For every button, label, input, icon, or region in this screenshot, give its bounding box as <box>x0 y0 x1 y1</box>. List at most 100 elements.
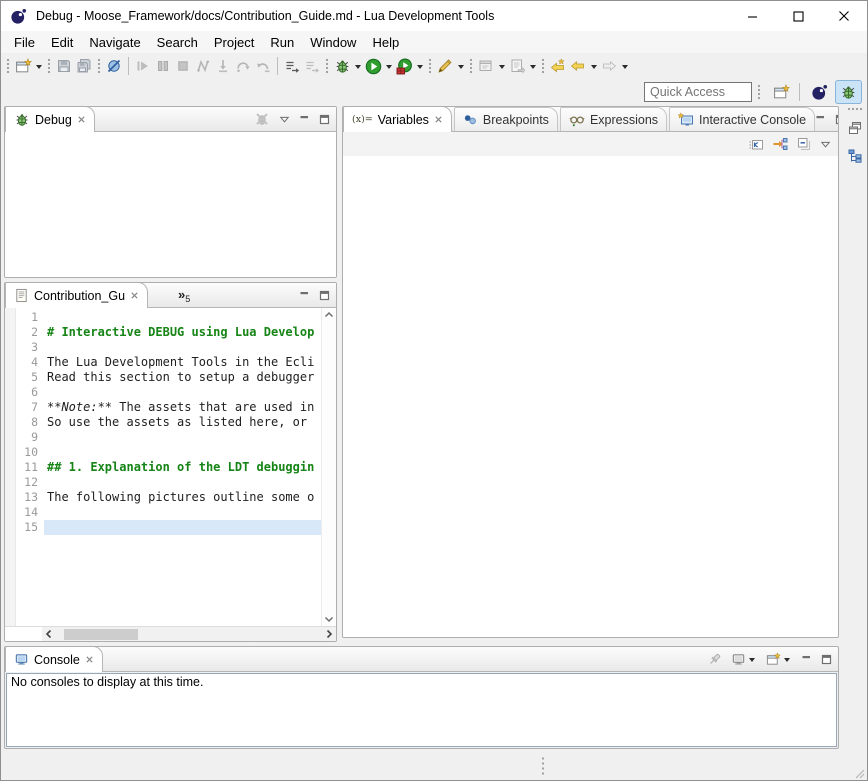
external-tools-button[interactable] <box>435 55 455 77</box>
editor-area: Contribution_Gu » 5 1 2 3 4 5 <box>4 282 337 642</box>
use-step-filters-icon <box>304 58 320 74</box>
close-tab-icon[interactable] <box>77 115 86 124</box>
toolbar-grip[interactable] <box>469 58 473 75</box>
menu-project[interactable]: Project <box>206 31 262 53</box>
window-resize-grip[interactable] <box>852 766 865 779</box>
debug-dropdown[interactable] <box>352 55 363 77</box>
minimize-view-icon[interactable] <box>299 290 310 301</box>
lua-perspective-button[interactable] <box>806 80 833 104</box>
quick-access-input[interactable] <box>644 82 752 102</box>
terminate-icon <box>175 58 191 74</box>
line-number: 2 <box>16 325 44 340</box>
open-perspective-button[interactable] <box>768 80 795 104</box>
editor-overflow-chevron[interactable]: » 5 <box>178 287 190 304</box>
display-selected-console-button[interactable] <box>731 648 757 670</box>
variables-content[interactable] <box>343 156 838 637</box>
code-area[interactable]: # Interactive DEBUG using Lua Develop Th… <box>44 308 321 626</box>
outline-view-button[interactable] <box>844 145 866 167</box>
tab-variables[interactable]: (x)= Variables <box>343 106 452 132</box>
run-button[interactable] <box>363 55 383 77</box>
disconnect-icon <box>195 58 211 74</box>
open-perspective-icon <box>773 84 790 101</box>
menu-run[interactable]: Run <box>262 31 302 53</box>
scroll-right-button[interactable] <box>322 629 336 639</box>
toolbar-grip[interactable] <box>757 84 761 101</box>
editor-horizontal-scrollbar[interactable] <box>5 626 336 641</box>
tab-contribution-guide[interactable]: Contribution_Gu <box>5 282 148 308</box>
coverage-button[interactable] <box>394 55 414 77</box>
menu-window[interactable]: Window <box>302 31 364 53</box>
run-to-line-button[interactable] <box>282 55 302 77</box>
back-dropdown[interactable] <box>588 55 599 77</box>
show-logical-structure-icon[interactable] <box>772 136 788 152</box>
main-toolbar <box>1 53 867 79</box>
suspend-icon <box>155 58 171 74</box>
toolbar-grip[interactable] <box>97 58 101 75</box>
tab-expressions[interactable]: Expressions <box>560 107 667 131</box>
minimize-view-icon[interactable] <box>299 114 310 125</box>
maximize-view-icon[interactable] <box>319 114 330 125</box>
minimize-view-icon[interactable] <box>801 654 812 665</box>
collapse-all-icon[interactable] <box>796 136 812 152</box>
close-tab-icon[interactable] <box>85 655 94 664</box>
last-edit-location-button[interactable] <box>548 55 568 77</box>
toolbar-grip[interactable] <box>541 58 545 75</box>
trim-grip[interactable] <box>847 107 863 111</box>
code-line <box>44 505 321 520</box>
line-number: 14 <box>16 505 44 520</box>
debug-button[interactable] <box>332 55 352 77</box>
forward-dropdown[interactable] <box>619 55 630 77</box>
toolbar-grip[interactable] <box>428 58 432 75</box>
open-console-icon <box>766 652 781 667</box>
minimize-view-icon[interactable] <box>815 114 826 125</box>
new-wizard-button[interactable] <box>13 55 33 77</box>
code-emphasis: **Note:** <box>47 400 112 414</box>
menu-file[interactable]: File <box>6 31 43 53</box>
menu-search[interactable]: Search <box>149 31 206 53</box>
menu-navigate[interactable]: Navigate <box>81 31 148 53</box>
scroll-down-icon[interactable] <box>324 615 334 623</box>
restore-view-button[interactable] <box>844 117 866 139</box>
maximize-window-button[interactable] <box>775 1 821 31</box>
menu-edit[interactable]: Edit <box>43 31 81 53</box>
toolbar-grip[interactable] <box>325 58 329 75</box>
toolbar-grip[interactable] <box>6 58 10 75</box>
tab-breakpoints[interactable]: Breakpoints <box>454 107 558 131</box>
new-wizard-gray-dropdown[interactable] <box>496 55 507 77</box>
line-number: 9 <box>16 430 44 445</box>
debug-icon <box>334 58 351 75</box>
back-button[interactable] <box>568 55 588 77</box>
minimize-window-button[interactable] <box>729 1 775 31</box>
tab-console[interactable]: Console <box>5 646 103 672</box>
debug-perspective-button[interactable] <box>835 80 862 104</box>
debug-view-content[interactable] <box>5 132 336 277</box>
close-window-button[interactable] <box>821 1 867 31</box>
tab-debug[interactable]: Debug <box>5 106 95 132</box>
close-tab-icon[interactable] <box>130 291 139 300</box>
maximize-view-icon[interactable] <box>835 114 839 125</box>
display-console-dropdown[interactable] <box>746 648 757 670</box>
display-selected-console-icon <box>731 652 746 667</box>
view-menu-icon[interactable] <box>279 114 290 125</box>
maximize-view-icon[interactable] <box>319 290 330 301</box>
open-console-dropdown[interactable] <box>781 648 792 670</box>
editor-vertical-scrollbar[interactable] <box>321 308 336 626</box>
scroll-left-button[interactable] <box>42 629 56 639</box>
maximize-view-icon[interactable] <box>821 654 832 665</box>
scroll-up-icon[interactable] <box>324 311 334 319</box>
toolbar-grip[interactable] <box>47 58 51 75</box>
show-type-names-icon[interactable] <box>748 136 764 152</box>
run-dropdown[interactable] <box>383 55 394 77</box>
tab-interactive-console[interactable]: Interactive Console <box>669 107 815 131</box>
new-file-gray-dropdown[interactable] <box>527 55 538 77</box>
new-wizard-dropdown[interactable] <box>33 55 44 77</box>
status-bar-grip[interactable] <box>541 756 545 776</box>
close-tab-icon[interactable] <box>434 115 443 124</box>
coverage-dropdown[interactable] <box>414 55 425 77</box>
skip-all-breakpoints-button[interactable] <box>104 55 124 77</box>
horizontal-scroll-thumb[interactable] <box>64 629 138 640</box>
external-tools-dropdown[interactable] <box>455 55 466 77</box>
open-console-button[interactable] <box>766 648 792 670</box>
menu-help[interactable]: Help <box>364 31 407 53</box>
view-menu-icon[interactable] <box>820 139 831 150</box>
